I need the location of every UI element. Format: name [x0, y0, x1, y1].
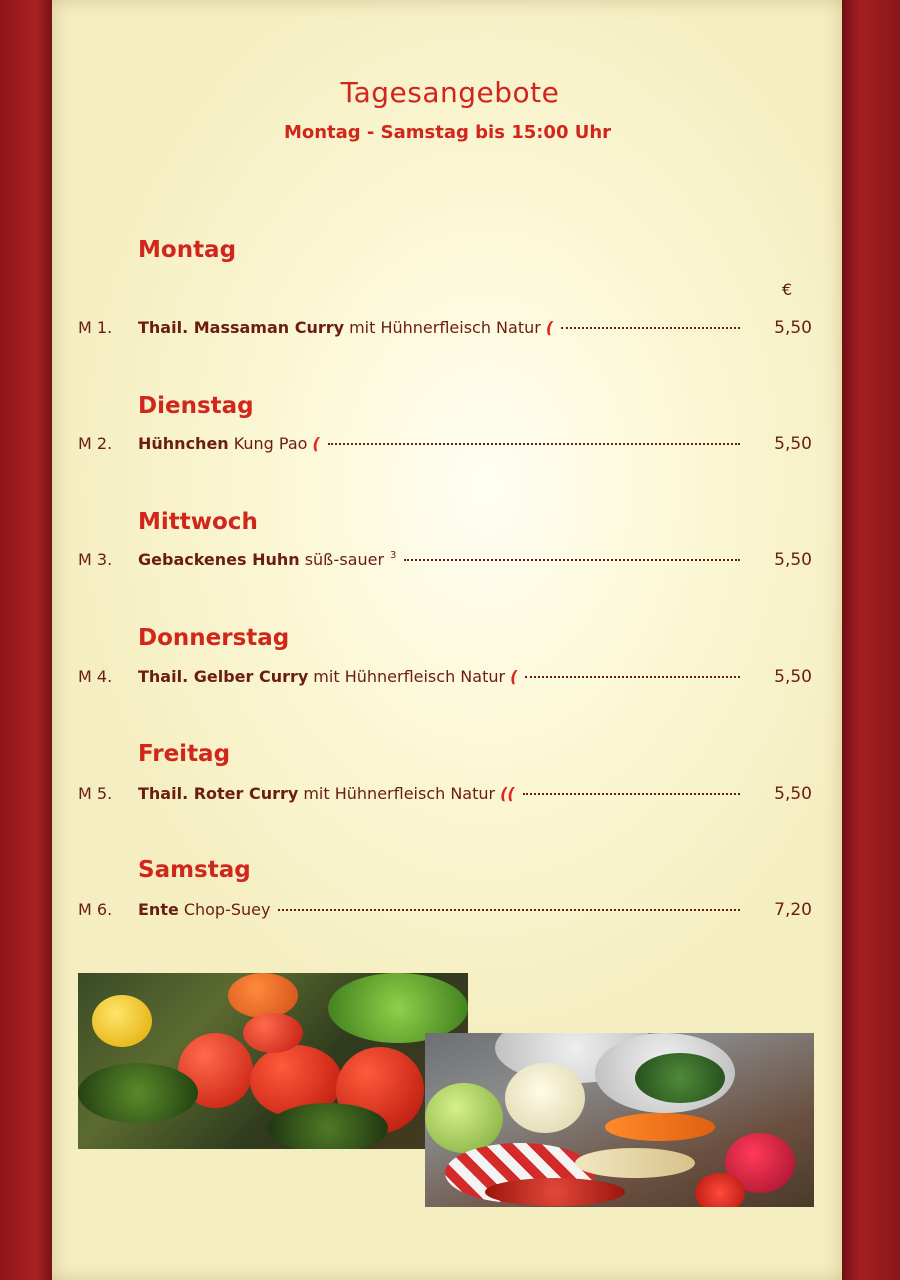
menu-item-m5: M 5. Thail. Roter Curry mit Hühnerfleisc…: [78, 784, 812, 810]
day-heading-samstag: Samstag: [138, 857, 251, 883]
item-code: M 1.: [78, 318, 113, 337]
item-price: 5,50: [774, 550, 812, 570]
item-code: M 3.: [78, 550, 113, 569]
item-description: Chop-Suey: [183, 900, 271, 919]
day-heading-mittwoch: Mittwoch: [138, 509, 258, 535]
item-description: süß-sauer: [304, 550, 385, 569]
item-code: M 5.: [78, 784, 113, 803]
menu-item-m6: M 6. Ente Chop-Suey 7,20: [78, 900, 812, 926]
dotted-leader: [522, 793, 740, 795]
footnote-marker: 3: [390, 550, 397, 561]
day-heading-donnerstag: Donnerstag: [138, 625, 290, 651]
menu-item-m2: M 2. Hühnchen Kung Pao ( 5,50: [78, 434, 812, 460]
currency-label: €: [782, 280, 793, 299]
day-heading-freitag: Freitag: [138, 741, 231, 767]
menu-subtitle: Montag - Samstag bis 15:00 Uhr: [283, 122, 612, 143]
menu-title: Tagesangebote: [340, 76, 560, 109]
dotted-leader: [327, 443, 740, 445]
item-name: Thail. Roter Curry: [138, 784, 299, 803]
item-price: 5,50: [774, 318, 812, 338]
day-heading-dienstag: Dienstag: [138, 393, 254, 419]
item-code: M 4.: [78, 667, 113, 686]
item-description: Kung Pao: [233, 434, 308, 453]
item-name: Thail. Massaman Curry: [138, 318, 345, 337]
dotted-leader: [404, 559, 740, 561]
left-border: [0, 0, 52, 1280]
chili-pepper-icon: (: [545, 318, 554, 337]
chili-pepper-icon: ((: [500, 784, 515, 803]
item-name: Thail. Gelber Curry: [138, 667, 309, 686]
menu-item-m4: M 4. Thail. Gelber Curry mit Hühnerfleis…: [78, 667, 812, 693]
vegetable-photo-right: [425, 1033, 814, 1207]
item-name: Gebackenes Huhn: [138, 550, 300, 569]
item-price: 5,50: [774, 784, 812, 804]
right-border: [842, 0, 900, 1280]
vegetable-photo-left: [78, 973, 468, 1149]
item-description: mit Hühnerfleisch Natur: [313, 667, 506, 686]
item-name: Hühnchen: [138, 434, 229, 453]
dotted-leader: [561, 327, 740, 329]
dotted-leader: [525, 676, 740, 678]
item-description: mit Hühnerfleisch Natur: [303, 784, 496, 803]
item-price: 7,20: [774, 900, 812, 920]
item-price: 5,50: [774, 434, 812, 454]
day-heading-montag: Montag: [138, 237, 237, 263]
chili-pepper-icon: (: [312, 434, 320, 453]
item-code: M 2.: [78, 434, 113, 453]
item-name: Ente: [138, 900, 179, 919]
dotted-leader: [278, 909, 740, 911]
chili-pepper-icon: (: [510, 667, 518, 686]
menu-item-m3: M 3. Gebackenes Huhn süß-sauer 3 5,50: [78, 550, 812, 576]
item-price: 5,50: [774, 667, 812, 687]
menu-item-m1: M 1. Thail. Massaman Curry mit Hühnerfle…: [78, 318, 812, 344]
item-code: M 6.: [78, 900, 113, 919]
item-description: mit Hühnerfleisch Natur: [349, 318, 541, 337]
